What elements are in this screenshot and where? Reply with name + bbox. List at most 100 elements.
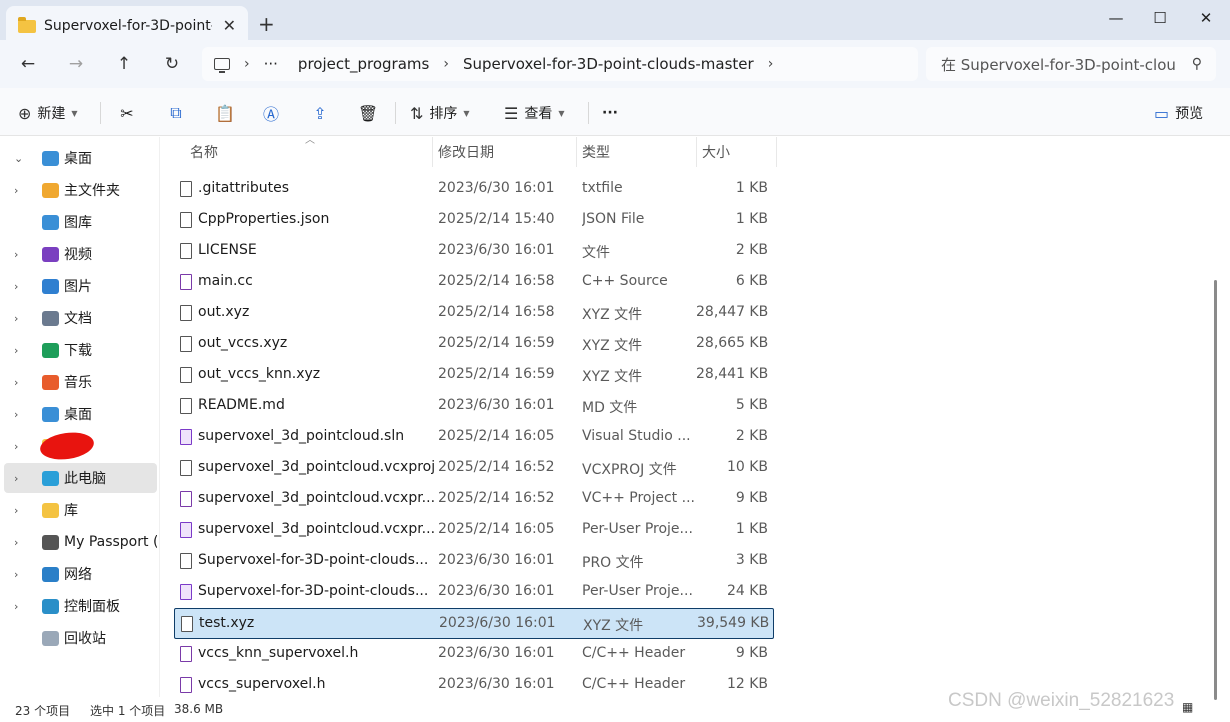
- sidebar-item[interactable]: › 主文件夹: [4, 175, 157, 205]
- file-date: 2023/6/30 16:01: [438, 397, 555, 413]
- sidebar-item[interactable]: › 下载: [4, 335, 157, 365]
- sidebar-item[interactable]: › 控制面板: [4, 591, 157, 621]
- file-size: 28,441 KB: [696, 366, 768, 382]
- paste-icon[interactable]: 📋: [212, 100, 238, 126]
- column-header-size[interactable]: 大小: [702, 137, 774, 167]
- minimize-button[interactable]: —: [1098, 6, 1134, 30]
- table-row[interactable]: out_vccs.xyz 2025/2/14 16:59 XYZ 文件 28,665 …: [174, 329, 774, 360]
- sidebar-item[interactable]: › 此电脑: [4, 463, 157, 493]
- sidebar-item[interactable]: › My Passport (I: [4, 527, 157, 557]
- preview-button[interactable]: ▭ 预览: [1154, 100, 1203, 126]
- chevron-right-icon[interactable]: ›: [14, 600, 18, 613]
- breadcrumb-project-programs[interactable]: project_programs: [298, 55, 429, 73]
- new-tab-button[interactable]: +: [258, 12, 275, 36]
- chevron-right-icon[interactable]: ›: [14, 568, 18, 581]
- new-button[interactable]: ⊕ 新建 ▼: [18, 100, 78, 126]
- search-input[interactable]: 在 Supervoxel-for-3D-point-clou ⚲: [926, 47, 1216, 81]
- chevron-down-icon[interactable]: ⌄: [14, 152, 23, 165]
- sidebar-item[interactable]: › 桌面: [4, 399, 157, 429]
- chevron-right-icon[interactable]: ›: [14, 280, 18, 293]
- file-name: vccs_knn_supervoxel.h: [198, 645, 359, 661]
- file-name: out.xyz: [198, 304, 250, 320]
- refresh-button[interactable]: ↻: [160, 52, 184, 76]
- sidebar-item-label: 音乐: [64, 375, 92, 391]
- column-header-type[interactable]: 类型: [582, 137, 694, 167]
- file-icon: [181, 616, 193, 632]
- back-button[interactable]: ←: [16, 52, 40, 76]
- preview-pane-icon: ▭: [1154, 103, 1170, 123]
- chevron-right-icon[interactable]: ›: [14, 408, 18, 421]
- file-type: XYZ 文件: [583, 618, 644, 634]
- close-window-button[interactable]: ✕: [1188, 6, 1224, 30]
- view-button[interactable]: ☰ 查看 ▼: [504, 100, 565, 126]
- sidebar-item[interactable]: 图库: [4, 207, 157, 237]
- delete-icon[interactable]: 🗑: [355, 100, 381, 126]
- chevron-right-icon[interactable]: ›: [14, 184, 18, 197]
- table-row[interactable]: test.xyz 2023/6/30 16:01 XYZ 文件 39,549 KB: [174, 608, 774, 639]
- copy-icon[interactable]: ⧉: [163, 100, 189, 126]
- file-type: Visual Studio ...: [582, 428, 691, 444]
- chevron-right-icon[interactable]: ›: [14, 440, 18, 453]
- sidebar-item[interactable]: › 网络: [4, 559, 157, 589]
- close-tab-icon[interactable]: ✕: [223, 16, 236, 35]
- file-type: C/C++ Header: [582, 676, 686, 692]
- chevron-right-icon[interactable]: ›: [14, 376, 18, 389]
- table-row[interactable]: vccs_knn_supervoxel.h 2023/6/30 16:01 C/C+…: [174, 639, 774, 670]
- chevron-right-icon[interactable]: ›: [14, 312, 18, 325]
- table-row[interactable]: main.cc 2025/2/14 16:58 C++ Source 6 KB: [174, 267, 774, 298]
- chevron-right-icon[interactable]: ›: [14, 536, 18, 549]
- vertical-scrollbar[interactable]: [1214, 280, 1217, 700]
- plus-circle-icon: ⊕: [18, 103, 32, 123]
- table-row[interactable]: out_vccs_knn.xyz 2025/2/14 16:59 XYZ 文件 28,…: [174, 360, 774, 391]
- table-row[interactable]: supervoxel_3d_pointcloud.vcxproj 2025/2/1…: [174, 453, 774, 484]
- sidebar-item-label: 图库: [64, 215, 92, 231]
- table-row[interactable]: supervoxel_3d_pointcloud.vcxpr... 2025/2/…: [174, 515, 774, 546]
- rename-icon[interactable]: Ⓐ: [258, 100, 284, 126]
- sidebar-item[interactable]: ⌄ 桌面: [4, 143, 157, 173]
- breadcrumb-current-folder[interactable]: Supervoxel-for-3D-point-clouds-master: [463, 55, 754, 73]
- table-row[interactable]: supervoxel_3d_pointcloud.vcxpr... 2025/2/…: [174, 484, 774, 515]
- sort-button[interactable]: ⇅ 排序 ▼: [410, 100, 470, 126]
- table-row[interactable]: Supervoxel-for-3D-point-clouds... 2023/6/…: [174, 546, 774, 577]
- table-row[interactable]: LICENSE 2023/6/30 16:01 文件 2 KB: [174, 236, 774, 267]
- file-name: vccs_supervoxel.h: [198, 676, 326, 692]
- chevron-right-icon[interactable]: ›: [14, 344, 18, 357]
- table-row[interactable]: Supervoxel-for-3D-point-clouds... 2023/6/…: [174, 577, 774, 608]
- table-row[interactable]: CppProperties.json 2025/2/14 15:40 JSON Fi…: [174, 205, 774, 236]
- chevron-down-icon: ▼: [463, 108, 470, 118]
- maximize-button[interactable]: ☐: [1142, 6, 1178, 30]
- sidebar-item[interactable]: › 库: [4, 495, 157, 525]
- sidebar-item[interactable]: › 音乐: [4, 367, 157, 397]
- sidebar-item-label: My Passport (I: [64, 534, 157, 550]
- sidebar-item-label: 桌面: [64, 151, 92, 167]
- breadcrumb-more[interactable]: ···: [264, 55, 278, 73]
- chevron-right-icon[interactable]: ›: [14, 504, 18, 517]
- table-row[interactable]: .gitattributes 2023/6/30 16:01 txtfile 1 KB: [174, 174, 774, 205]
- sidebar-item-label: 视频: [64, 247, 92, 263]
- chevron-right-icon[interactable]: ›: [14, 472, 18, 485]
- view-toggle-icons[interactable]: ▦: [1182, 700, 1193, 714]
- table-row[interactable]: out.xyz 2025/2/14 16:58 XYZ 文件 28,447 KB: [174, 298, 774, 329]
- sidebar-item-label: 回收站: [64, 631, 106, 647]
- address-bar[interactable]: › ··· project_programs › Supervoxel-for-…: [202, 47, 918, 81]
- up-button[interactable]: ↑: [112, 52, 136, 76]
- column-header-date[interactable]: 修改日期: [438, 137, 576, 167]
- file-date: 2023/6/30 16:01: [438, 645, 555, 661]
- table-row[interactable]: README.md 2023/6/30 16:01 MD 文件 5 KB: [174, 391, 774, 422]
- chevron-right-icon[interactable]: ›: [14, 248, 18, 261]
- table-row[interactable]: supervoxel_3d_pointcloud.sln 2025/2/14 16…: [174, 422, 774, 453]
- forward-button[interactable]: →: [64, 52, 88, 76]
- table-row[interactable]: vccs_supervoxel.h 2023/6/30 16:01 C/C++ He…: [174, 670, 774, 701]
- sidebar-item[interactable]: › 文档: [4, 303, 157, 333]
- share-icon[interactable]: ⇪: [307, 100, 333, 126]
- sidebar-item[interactable]: 回收站: [4, 623, 157, 653]
- cut-icon[interactable]: ✂: [114, 100, 140, 126]
- sidebar-item[interactable]: › 图片: [4, 271, 157, 301]
- file-date: 2025/2/14 16:05: [438, 521, 555, 537]
- file-date: 2025/2/14 16:52: [438, 459, 555, 475]
- more-options-button[interactable]: ···: [602, 100, 618, 126]
- file-icon: [180, 677, 192, 693]
- file-icon: [180, 460, 192, 476]
- column-header-name[interactable]: 名称: [190, 137, 430, 167]
- sidebar-item[interactable]: › 视频: [4, 239, 157, 269]
